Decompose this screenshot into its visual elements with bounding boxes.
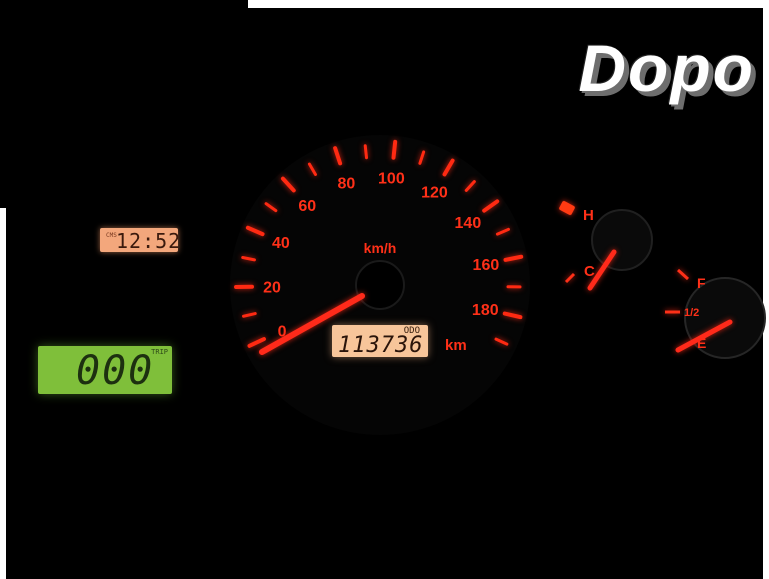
speed-unit-label: km/h (364, 240, 397, 256)
odometer-value: 113736 (338, 333, 424, 358)
temperature-cold-tick (564, 272, 576, 284)
photo-stage: 0 20 40 60 80 100 120 140 160 180 km/h km H C F 1… (0, 0, 769, 579)
speedometer-label: 160 (473, 257, 500, 274)
speedometer-label: 60 (298, 198, 316, 215)
odometer-unit-label: km (445, 337, 467, 354)
temperature-hot-label: H (583, 207, 594, 224)
odometer-display: ODO 113736 (332, 325, 428, 358)
speedometer-major-tick (391, 139, 398, 160)
speedometer-label: 120 (421, 185, 448, 202)
speedometer-label: 20 (263, 279, 281, 296)
speedometer-hub (355, 260, 405, 310)
fuel-full-tick (676, 268, 690, 281)
fuel-half-label: 1/2 (684, 307, 699, 319)
overlay-title: Dopo (578, 31, 755, 105)
trip-value: 000 (76, 348, 155, 394)
temperature-cold-label: C (584, 263, 595, 280)
speedometer-label: 40 (272, 235, 290, 252)
trip-tag: TRIP (151, 348, 168, 356)
temperature-gauge-face (591, 209, 653, 271)
speedometer-label: 100 (378, 171, 405, 188)
clock-display: CMS 12:52 (100, 228, 182, 253)
temperature-hot-zone (559, 201, 575, 215)
speedometer-label: 140 (455, 215, 482, 232)
speedometer-label: 180 (472, 302, 499, 319)
speedometer-minor-tick (363, 144, 369, 160)
trip-display: 000 TRIP (38, 346, 172, 394)
clock-time: 12:52 (116, 229, 182, 253)
fuel-full-label: F (697, 275, 706, 291)
speedometer-label: 80 (337, 175, 355, 192)
